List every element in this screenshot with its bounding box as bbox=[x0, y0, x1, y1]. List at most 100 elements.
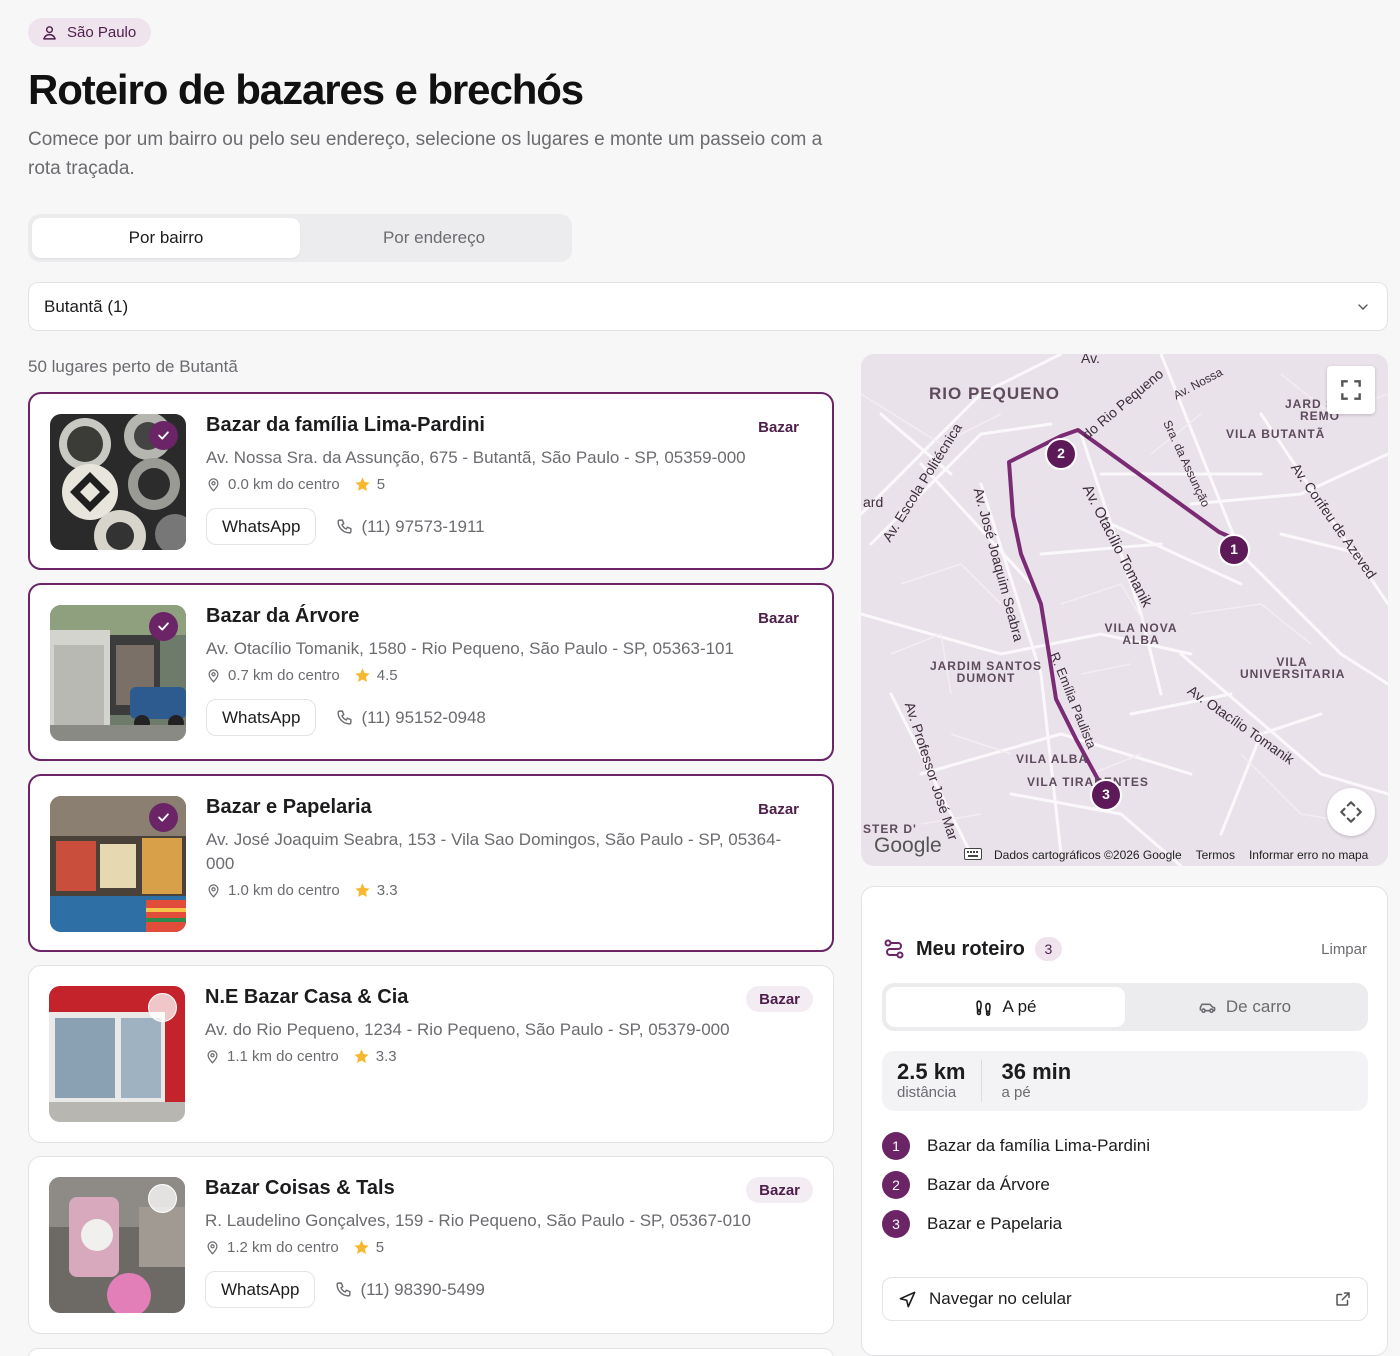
navigate-label: Navegar no celular bbox=[929, 1289, 1072, 1308]
time-stat: 36 min a pé bbox=[980, 1059, 1087, 1102]
whatsapp-button[interactable]: WhatsApp bbox=[205, 1271, 316, 1308]
results-summary: 50 lugares perto de Butantã bbox=[28, 357, 238, 376]
selected-check[interactable] bbox=[149, 803, 178, 832]
whatsapp-button[interactable]: WhatsApp bbox=[206, 699, 317, 736]
navigate-button[interactable]: Navegar no celular bbox=[882, 1277, 1368, 1321]
category-badge: Bazar bbox=[758, 609, 799, 627]
star-icon bbox=[355, 883, 370, 897]
user-pin-icon bbox=[43, 26, 56, 40]
category-badge: Bazar bbox=[746, 1177, 813, 1203]
route-map[interactable]: RIO PEQUENO JARD SAO REMO VILA BUTANTÃ V… bbox=[861, 354, 1388, 866]
phone-link[interactable]: (11) 97573-1911 bbox=[336, 517, 485, 537]
star-icon bbox=[355, 668, 370, 682]
move-icon bbox=[1340, 801, 1362, 823]
map-report-link[interactable]: Informar erro no mapa bbox=[1249, 848, 1368, 862]
list-item[interactable]: Bazar da família Lima-Pardini Bazar Av. … bbox=[28, 392, 834, 570]
travel-mode-tabs: A pé De carro bbox=[882, 983, 1368, 1031]
phone-number: (11) 95152-0948 bbox=[361, 707, 486, 727]
tab-de-carro[interactable]: De carro bbox=[1125, 987, 1364, 1027]
location-chip[interactable]: São Paulo bbox=[28, 18, 152, 47]
selected-check[interactable] bbox=[149, 612, 178, 641]
page-title: Roteiro de bazares e brechós bbox=[28, 66, 584, 113]
keyboard-icon[interactable] bbox=[964, 848, 982, 860]
results-list: Bazar da família Lima-Pardini Bazar Av. … bbox=[28, 392, 834, 1347]
map-pin-icon bbox=[208, 478, 219, 492]
check-icon bbox=[158, 622, 169, 631]
selected-check[interactable] bbox=[149, 421, 178, 450]
place-meta: 1.1 km do centro 3.3 bbox=[205, 1048, 397, 1065]
tab-a-pe[interactable]: A pé bbox=[886, 987, 1125, 1027]
navigation-arrow-icon bbox=[899, 1291, 916, 1307]
place-address: Av. Otacílio Tomanik, 1580 - Rio Pequeno… bbox=[206, 639, 734, 658]
itinerary-stop[interactable]: 1 Bazar da família Lima-Pardini bbox=[882, 1132, 1150, 1160]
phone-link[interactable]: (11) 98390-5499 bbox=[335, 1280, 485, 1300]
star-icon bbox=[354, 1049, 369, 1063]
location-label: São Paulo bbox=[67, 24, 137, 41]
list-item[interactable] bbox=[28, 1348, 834, 1356]
route-marker-label: 3 bbox=[1102, 786, 1110, 802]
phone-icon bbox=[336, 1282, 352, 1297]
itinerary-stop[interactable]: 2 Bazar da Árvore bbox=[882, 1171, 1150, 1199]
category-badge: Bazar bbox=[758, 800, 799, 818]
itinerary-stops: 1 Bazar da família Lima-Pardini 2 Bazar … bbox=[882, 1132, 1150, 1249]
place-rating: 5 bbox=[375, 1239, 385, 1256]
unselected-check[interactable] bbox=[148, 993, 177, 1022]
tab-de-carro-label: De carro bbox=[1225, 997, 1292, 1016]
distance-value: 2.5 km bbox=[897, 1059, 966, 1084]
list-item[interactable]: Bazar Coisas & Tals Bazar R. Laudelino G… bbox=[28, 1156, 834, 1334]
place-address: Av. Nossa Sra. da Assunção, 675 - Butant… bbox=[206, 448, 746, 467]
fullscreen-icon bbox=[1341, 380, 1361, 400]
phone-link[interactable]: (11) 95152-0948 bbox=[336, 707, 486, 728]
tab-por-endereco[interactable]: Por endereço bbox=[300, 218, 568, 258]
map-pin-icon bbox=[208, 669, 219, 683]
tab-por-bairro[interactable]: Por bairro bbox=[32, 218, 300, 258]
place-distance: 0.7 km do centro bbox=[228, 667, 340, 684]
car-icon bbox=[1199, 1003, 1216, 1013]
phone-icon bbox=[337, 519, 353, 534]
list-item[interactable]: Bazar e Papelaria Bazar Av. José Joaquim… bbox=[28, 774, 834, 952]
stop-number: 1 bbox=[882, 1132, 910, 1160]
check-icon bbox=[158, 431, 169, 440]
place-name: N.E Bazar Casa & Cia bbox=[205, 986, 409, 1008]
star-icon bbox=[355, 477, 370, 491]
whatsapp-button[interactable]: WhatsApp bbox=[206, 508, 317, 545]
place-actions: WhatsApp (11) 97573-1911 bbox=[206, 508, 485, 545]
place-rating: 4.5 bbox=[376, 667, 398, 684]
place-distance: 1.2 km do centro bbox=[227, 1239, 339, 1256]
place-meta: 0.7 km do centro 4.5 bbox=[206, 667, 398, 684]
place-distance: 0.0 km do centro bbox=[228, 476, 340, 493]
fullscreen-button[interactable] bbox=[1327, 366, 1375, 414]
itinerary-header: Meu roteiro 3 bbox=[882, 937, 1062, 961]
route-markers bbox=[1045, 438, 1250, 811]
map-data-credit: Dados cartográficos ©2026 Google bbox=[994, 848, 1182, 862]
route-marker-label: 2 bbox=[1057, 445, 1065, 461]
time-label: a pé bbox=[1001, 1084, 1031, 1101]
unselected-check[interactable] bbox=[148, 1184, 177, 1213]
map-pin-icon bbox=[207, 1241, 218, 1255]
place-name: Bazar Coisas & Tals bbox=[205, 1177, 395, 1199]
route-stats: 2.5 km distância 36 min a pé bbox=[882, 1051, 1368, 1111]
list-item[interactable]: N.E Bazar Casa & Cia Bazar Av. do Rio Pe… bbox=[28, 965, 834, 1143]
tab-a-pe-label: A pé bbox=[1002, 997, 1037, 1016]
itinerary-count-badge: 3 bbox=[1034, 937, 1062, 961]
place-actions: WhatsApp (11) 98390-5499 bbox=[205, 1271, 485, 1308]
place-meta: 1.2 km do centro 5 bbox=[205, 1239, 384, 1256]
place-distance: 1.1 km do centro bbox=[227, 1048, 339, 1065]
category-badge: Bazar bbox=[758, 418, 799, 436]
itinerary-stop[interactable]: 3 Bazar e Papelaria bbox=[882, 1210, 1150, 1238]
place-address: Av. José Joaquim Seabra, 153 - Vila Sao … bbox=[206, 830, 782, 873]
distance-label: distância bbox=[897, 1084, 957, 1101]
map-terms-link[interactable]: Termos bbox=[1196, 848, 1235, 862]
stop-name: Bazar e Papelaria bbox=[927, 1214, 1063, 1233]
neighborhood-select[interactable]: Butantã (1) bbox=[28, 282, 1388, 331]
external-link-icon bbox=[1336, 1292, 1350, 1306]
time-value: 36 min bbox=[1001, 1059, 1072, 1084]
map-pan-control[interactable] bbox=[1327, 788, 1375, 836]
place-actions: WhatsApp (11) 95152-0948 bbox=[206, 699, 486, 736]
place-rating: 3.3 bbox=[375, 1048, 397, 1065]
page: São Paulo Roteiro de bazares e brechós C… bbox=[28, 18, 1388, 1356]
place-rating: 3.3 bbox=[376, 882, 398, 899]
place-distance: 1.0 km do centro bbox=[228, 882, 340, 899]
list-item[interactable]: Bazar da Árvore Bazar Av. Otacílio Toman… bbox=[28, 583, 834, 761]
clear-button[interactable]: Limpar bbox=[1321, 941, 1367, 958]
